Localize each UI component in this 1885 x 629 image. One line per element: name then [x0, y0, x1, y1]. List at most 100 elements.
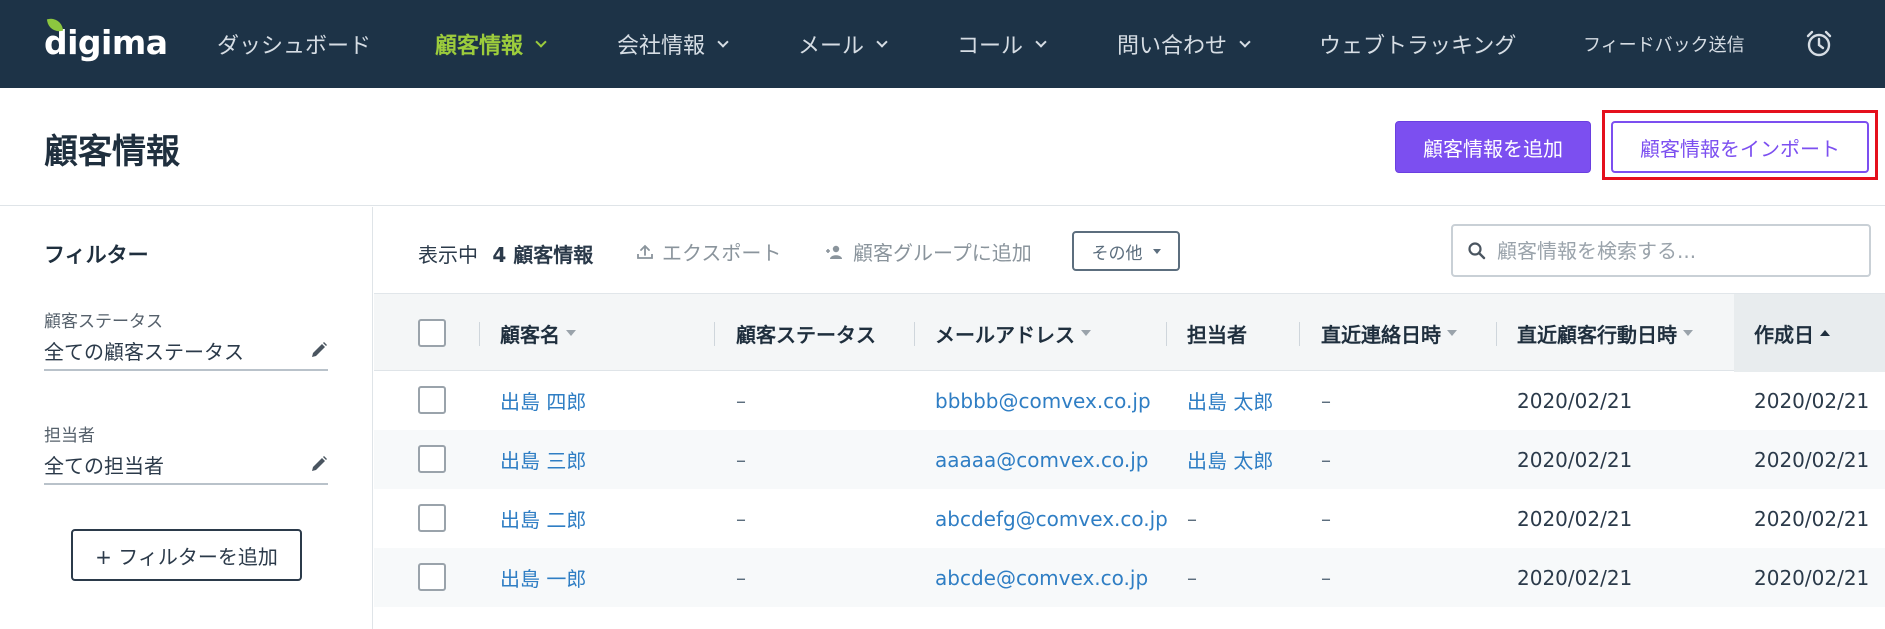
sort-caret-icon — [566, 330, 576, 336]
alarm-clock-icon[interactable] — [1805, 30, 1833, 58]
search-box[interactable] — [1451, 224, 1871, 277]
owner-cell: – — [1187, 506, 1197, 531]
nav-feedback[interactable]: フィードバック送信 — [1583, 0, 1745, 88]
email-link[interactable]: abcdefg@comvex.co.jp — [935, 489, 1168, 548]
row-checkbox[interactable] — [418, 445, 446, 473]
owner-cell: – — [1187, 565, 1197, 590]
created-cell: 2020/02/21 — [1754, 388, 1870, 413]
filter-label-owner: 担当者 — [44, 426, 95, 446]
table-row: 出島 二郎 – abcdefg@comvex.co.jp – – 2020/02… — [374, 489, 1885, 548]
col-created-label: 作成日 — [1754, 322, 1814, 347]
select-all-checkbox[interactable] — [418, 319, 446, 347]
more-dropdown[interactable]: その他 — [1072, 231, 1180, 271]
pencil-icon[interactable] — [310, 455, 328, 473]
filter-status-field[interactable]: 全ての顧客ステータス — [44, 331, 328, 371]
col-last-action-label: 直近顧客行動日時 — [1517, 322, 1677, 347]
col-owner[interactable]: 担当者 — [1187, 294, 1247, 372]
customer-name-link[interactable]: 出島 二郎 — [500, 489, 586, 548]
upload-icon — [637, 244, 653, 259]
sort-caret-up-icon — [1820, 330, 1830, 336]
last-contact-cell: – — [1321, 506, 1331, 531]
last-contact-cell: – — [1321, 565, 1331, 590]
pencil-icon[interactable] — [310, 341, 328, 359]
table-toolbar: 表示中 4 顧客情報 エクスポート 顧客グループに追加 その他 — [374, 207, 1885, 293]
sort-caret-icon — [1447, 330, 1457, 336]
table-header: 顧客名 顧客ステータス メールアドレス 担当者 直近連絡日時 直近顧客行動日時 … — [374, 293, 1885, 372]
filter-owner-value: 全ての担当者 — [44, 453, 164, 478]
col-last-action[interactable]: 直近顧客行動日時 — [1517, 294, 1693, 372]
count-value: 4 顧客情報 — [492, 243, 594, 267]
nav-customers-label: 顧客情報 — [435, 34, 524, 59]
status-cell: – — [736, 506, 746, 531]
row-checkbox[interactable] — [418, 504, 446, 532]
filter-label-status: 顧客ステータス — [44, 312, 163, 332]
customer-name-link[interactable]: 出島 三郎 — [500, 430, 586, 489]
filter-sidebar: フィルター 顧客ステータス 全ての顧客ステータス 担当者 全ての担当者 + フィ… — [0, 207, 373, 629]
last-contact-cell: – — [1321, 447, 1331, 472]
digima-logo[interactable]: digima — [44, 16, 168, 62]
status-cell: – — [736, 447, 746, 472]
customer-name-link[interactable]: 出島 四郎 — [500, 371, 586, 430]
nav-dashboard[interactable]: ダッシュボード — [217, 0, 371, 88]
last-action-cell: 2020/02/21 — [1517, 388, 1633, 413]
column-divider — [714, 322, 715, 346]
nav-companies[interactable]: 会社情報 — [617, 0, 729, 88]
add-to-group-label: 顧客グループに追加 — [853, 241, 1032, 265]
add-customer-button[interactable]: 顧客情報を追加 — [1395, 121, 1591, 173]
table-row: 出島 一郎 – abcde@comvex.co.jp – – 2020/02/2… — [374, 548, 1885, 607]
import-customers-button[interactable]: 顧客情報をインポート — [1611, 121, 1869, 173]
filter-owner-field[interactable]: 全ての担当者 — [44, 445, 328, 485]
email-link[interactable]: bbbbb@comvex.co.jp — [935, 371, 1151, 430]
nav-mail[interactable]: メール — [798, 0, 888, 88]
last-action-cell: 2020/02/21 — [1517, 447, 1633, 472]
more-label: その他 — [1091, 243, 1143, 264]
col-last-contact[interactable]: 直近連絡日時 — [1321, 294, 1457, 372]
col-email[interactable]: メールアドレス — [935, 294, 1091, 372]
created-cell: 2020/02/21 — [1754, 447, 1870, 472]
chevron-down-icon — [717, 35, 729, 48]
column-divider — [1496, 322, 1497, 346]
filter-title: フィルター — [44, 243, 149, 267]
nav-call[interactable]: コール — [957, 0, 1047, 88]
owner-link[interactable]: 出島 太郎 — [1187, 430, 1273, 489]
chevron-down-icon — [1035, 35, 1047, 48]
email-link[interactable]: abcde@comvex.co.jp — [935, 548, 1148, 607]
nav-feedback-label: フィードバック送信 — [1583, 35, 1745, 56]
owner-link[interactable]: 出島 太郎 — [1187, 371, 1273, 430]
created-cell: 2020/02/21 — [1754, 506, 1870, 531]
search-icon — [1468, 241, 1486, 259]
row-checkbox[interactable] — [418, 386, 446, 414]
nav-dashboard-label: ダッシュボード — [217, 34, 372, 59]
col-name-label: 顧客名 — [500, 322, 560, 347]
customer-table: 顧客名 顧客ステータス メールアドレス 担当者 直近連絡日時 直近顧客行動日時 … — [374, 293, 1885, 629]
export-label: エクスポート — [662, 241, 782, 265]
sort-caret-icon — [1081, 330, 1091, 336]
col-created[interactable]: 作成日 — [1734, 294, 1885, 372]
created-cell: 2020/02/21 — [1754, 565, 1870, 590]
add-filter-button[interactable]: + フィルターを追加 — [71, 529, 302, 581]
column-divider — [914, 322, 915, 346]
email-link[interactable]: aaaaa@comvex.co.jp — [935, 430, 1148, 489]
add-to-group-button[interactable]: 顧客グループに追加 — [823, 237, 1032, 266]
chevron-down-icon — [1239, 35, 1251, 48]
nav-customers[interactable]: 顧客情報 — [435, 0, 547, 88]
top-nav: digima ダッシュボード 顧客情報 会社情報 メール コール 問い合わせ ウ… — [0, 0, 1885, 88]
column-divider — [1299, 322, 1300, 346]
nav-call-label: コール — [957, 34, 1024, 59]
search-input[interactable] — [1497, 238, 1857, 263]
status-cell: – — [736, 565, 746, 590]
page-header: 顧客情報 顧客情報を追加 顧客情報をインポート — [0, 88, 1885, 206]
nav-webtracking[interactable]: ウェブトラッキング — [1319, 0, 1516, 88]
last-action-cell: 2020/02/21 — [1517, 506, 1633, 531]
col-status[interactable]: 顧客ステータス — [736, 294, 876, 372]
last-action-cell: 2020/02/21 — [1517, 565, 1633, 590]
count-prefix: 表示中 — [418, 243, 478, 267]
add-group-icon — [826, 245, 842, 259]
export-button[interactable]: エクスポート — [636, 237, 781, 266]
row-checkbox[interactable] — [418, 563, 446, 591]
customer-name-link[interactable]: 出島 一郎 — [500, 548, 586, 607]
nav-inquiry[interactable]: 問い合わせ — [1117, 0, 1251, 88]
col-owner-label: 担当者 — [1187, 322, 1247, 347]
page-title: 顧客情報 — [44, 132, 180, 172]
col-name[interactable]: 顧客名 — [500, 294, 576, 372]
